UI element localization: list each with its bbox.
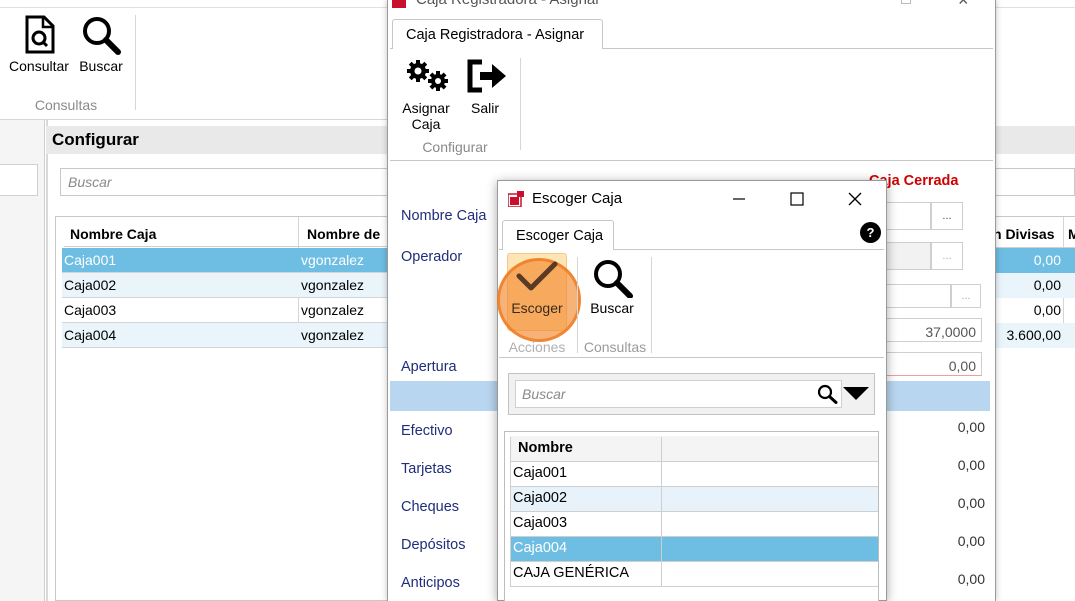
tab-escoger-caja[interactable]: Escoger Caja — [502, 220, 614, 250]
column-header-m[interactable]: M — [1068, 226, 1075, 242]
currency-field — [885, 284, 951, 308]
table-row-right[interactable]: 0,00 — [995, 273, 1075, 298]
cheques-value: 0,00 — [957, 495, 985, 511]
nombre-caja-label: Nombre Caja — [401, 208, 487, 224]
close-icon[interactable] — [840, 187, 870, 211]
consultar-button[interactable] — [20, 15, 56, 55]
nombre-caja-lookup-button[interactable]: ... — [931, 202, 963, 230]
nombre-caja-field[interactable] — [885, 202, 931, 230]
help-icon[interactable]: ? — [860, 222, 881, 243]
list-item[interactable]: Caja002 — [510, 487, 878, 512]
minimize-icon[interactable] — [724, 187, 754, 211]
list-item-selected[interactable]: Caja004 — [510, 537, 878, 562]
table-row[interactable]: Caja004 vgonzalez — [62, 323, 392, 348]
table-row-right[interactable]: 0,00 — [995, 298, 1075, 323]
operador-field — [885, 242, 931, 270]
operador-label: Operador — [401, 249, 463, 265]
list-item[interactable]: Caja003 — [510, 512, 878, 537]
buscar-label: Buscar — [79, 58, 123, 74]
anticipos-label: Anticipos — [401, 575, 460, 591]
checkmark-icon — [515, 260, 559, 296]
depositos-label: Depósitos — [401, 537, 466, 553]
buscar-dialog-button[interactable] — [590, 258, 636, 298]
ribbon-separator — [135, 15, 136, 110]
apertura-label: Apertura — [401, 359, 457, 375]
caja-window-title: Caja Registradora - Asignar — [416, 0, 600, 8]
background-grid-right: n Divisas M 0,00 0,00 0,00 3.600,00 — [993, 216, 1075, 601]
left-side-strip — [0, 120, 45, 601]
currency-lookup-button[interactable]: ... — [951, 284, 981, 308]
background-search-input[interactable]: Buscar — [60, 168, 392, 196]
app-icon — [392, 0, 406, 8]
escoger-dialog-titlebar: Escoger Caja — [498, 181, 886, 217]
exchange-rate-field: 37,0000 — [885, 318, 982, 342]
buscar-button[interactable] — [80, 16, 124, 56]
column-header-nombre[interactable]: Nombre — [518, 440, 573, 456]
asignar-caja-label: Asignar Caja — [402, 100, 450, 132]
consultas-group-label: Consultas — [583, 339, 647, 355]
table-row[interactable]: Caja001 vgonzalez — [62, 248, 392, 273]
magnifier-icon — [590, 258, 636, 298]
dialog-search-input[interactable]: Buscar — [515, 380, 842, 408]
document-search-icon — [22, 15, 56, 55]
tarjetas-value: 0,00 — [957, 457, 985, 473]
escoger-dialog-title: Escoger Caja — [532, 190, 623, 207]
dialog-grid-header: Nombre — [510, 436, 878, 462]
magnifier-icon — [80, 16, 124, 56]
background-grid: Nombre Caja Nombre de Caja001 vgonzalez … — [55, 216, 392, 601]
list-item[interactable]: CAJA GENÉRICA — [510, 562, 878, 587]
chevron-down-icon[interactable] — [842, 385, 870, 401]
column-header-nombre-de[interactable]: Nombre de — [307, 226, 380, 242]
depositos-value: 0,00 — [957, 533, 985, 549]
efectivo-label: Efectivo — [401, 423, 453, 439]
exit-icon — [466, 59, 508, 93]
grid-header: Nombre Caja Nombre de — [64, 225, 392, 247]
escoger-label: Escoger — [511, 300, 563, 316]
acciones-group-label: Acciones — [508, 339, 566, 355]
gears-icon — [405, 59, 451, 93]
asignar-caja-button[interactable] — [405, 59, 451, 93]
close-icon[interactable]: × — [958, 0, 969, 11]
app-icon — [508, 191, 524, 207]
column-header-nombre-caja[interactable]: Nombre Caja — [70, 226, 156, 242]
consultas-group-label: Consultas — [34, 97, 98, 113]
salir-label: Salir — [470, 100, 499, 116]
search-icon[interactable] — [817, 384, 839, 404]
table-row[interactable]: Caja003 vgonzalez — [62, 298, 392, 323]
table-row[interactable]: Caja002 vgonzalez — [62, 273, 392, 298]
caja-window-titlebar: Caja Registradora - Asignar × — [388, 0, 995, 14]
buscar-dialog-label: Buscar — [590, 300, 634, 316]
table-row-right[interactable]: 0,00 — [995, 248, 1075, 273]
tarjetas-label: Tarjetas — [401, 461, 452, 477]
maximize-icon[interactable] — [782, 187, 812, 211]
background-search-input-right — [995, 168, 1075, 196]
apertura-field[interactable]: 0,00 — [885, 352, 982, 376]
anticipos-value: 0,00 — [957, 571, 985, 587]
consultar-label: Consultar — [9, 58, 69, 74]
operador-lookup-button[interactable]: ... — [931, 242, 963, 270]
panel-title: Configurar — [46, 126, 391, 154]
tab-caja-asignar[interactable]: Caja Registradora - Asignar — [392, 19, 603, 49]
panel-title-bar-right — [995, 126, 1075, 154]
efectivo-value: 0,00 — [957, 419, 985, 435]
salir-button[interactable] — [466, 59, 508, 93]
list-item[interactable]: Caja001 — [510, 462, 878, 487]
maximize-icon[interactable] — [901, 0, 911, 4]
table-row-right[interactable]: 3.600,00 — [995, 323, 1075, 348]
column-header-divisas[interactable]: n Divisas — [993, 226, 1054, 242]
configurar-group-label: Configurar — [422, 139, 488, 155]
cheques-label: Cheques — [401, 499, 460, 515]
